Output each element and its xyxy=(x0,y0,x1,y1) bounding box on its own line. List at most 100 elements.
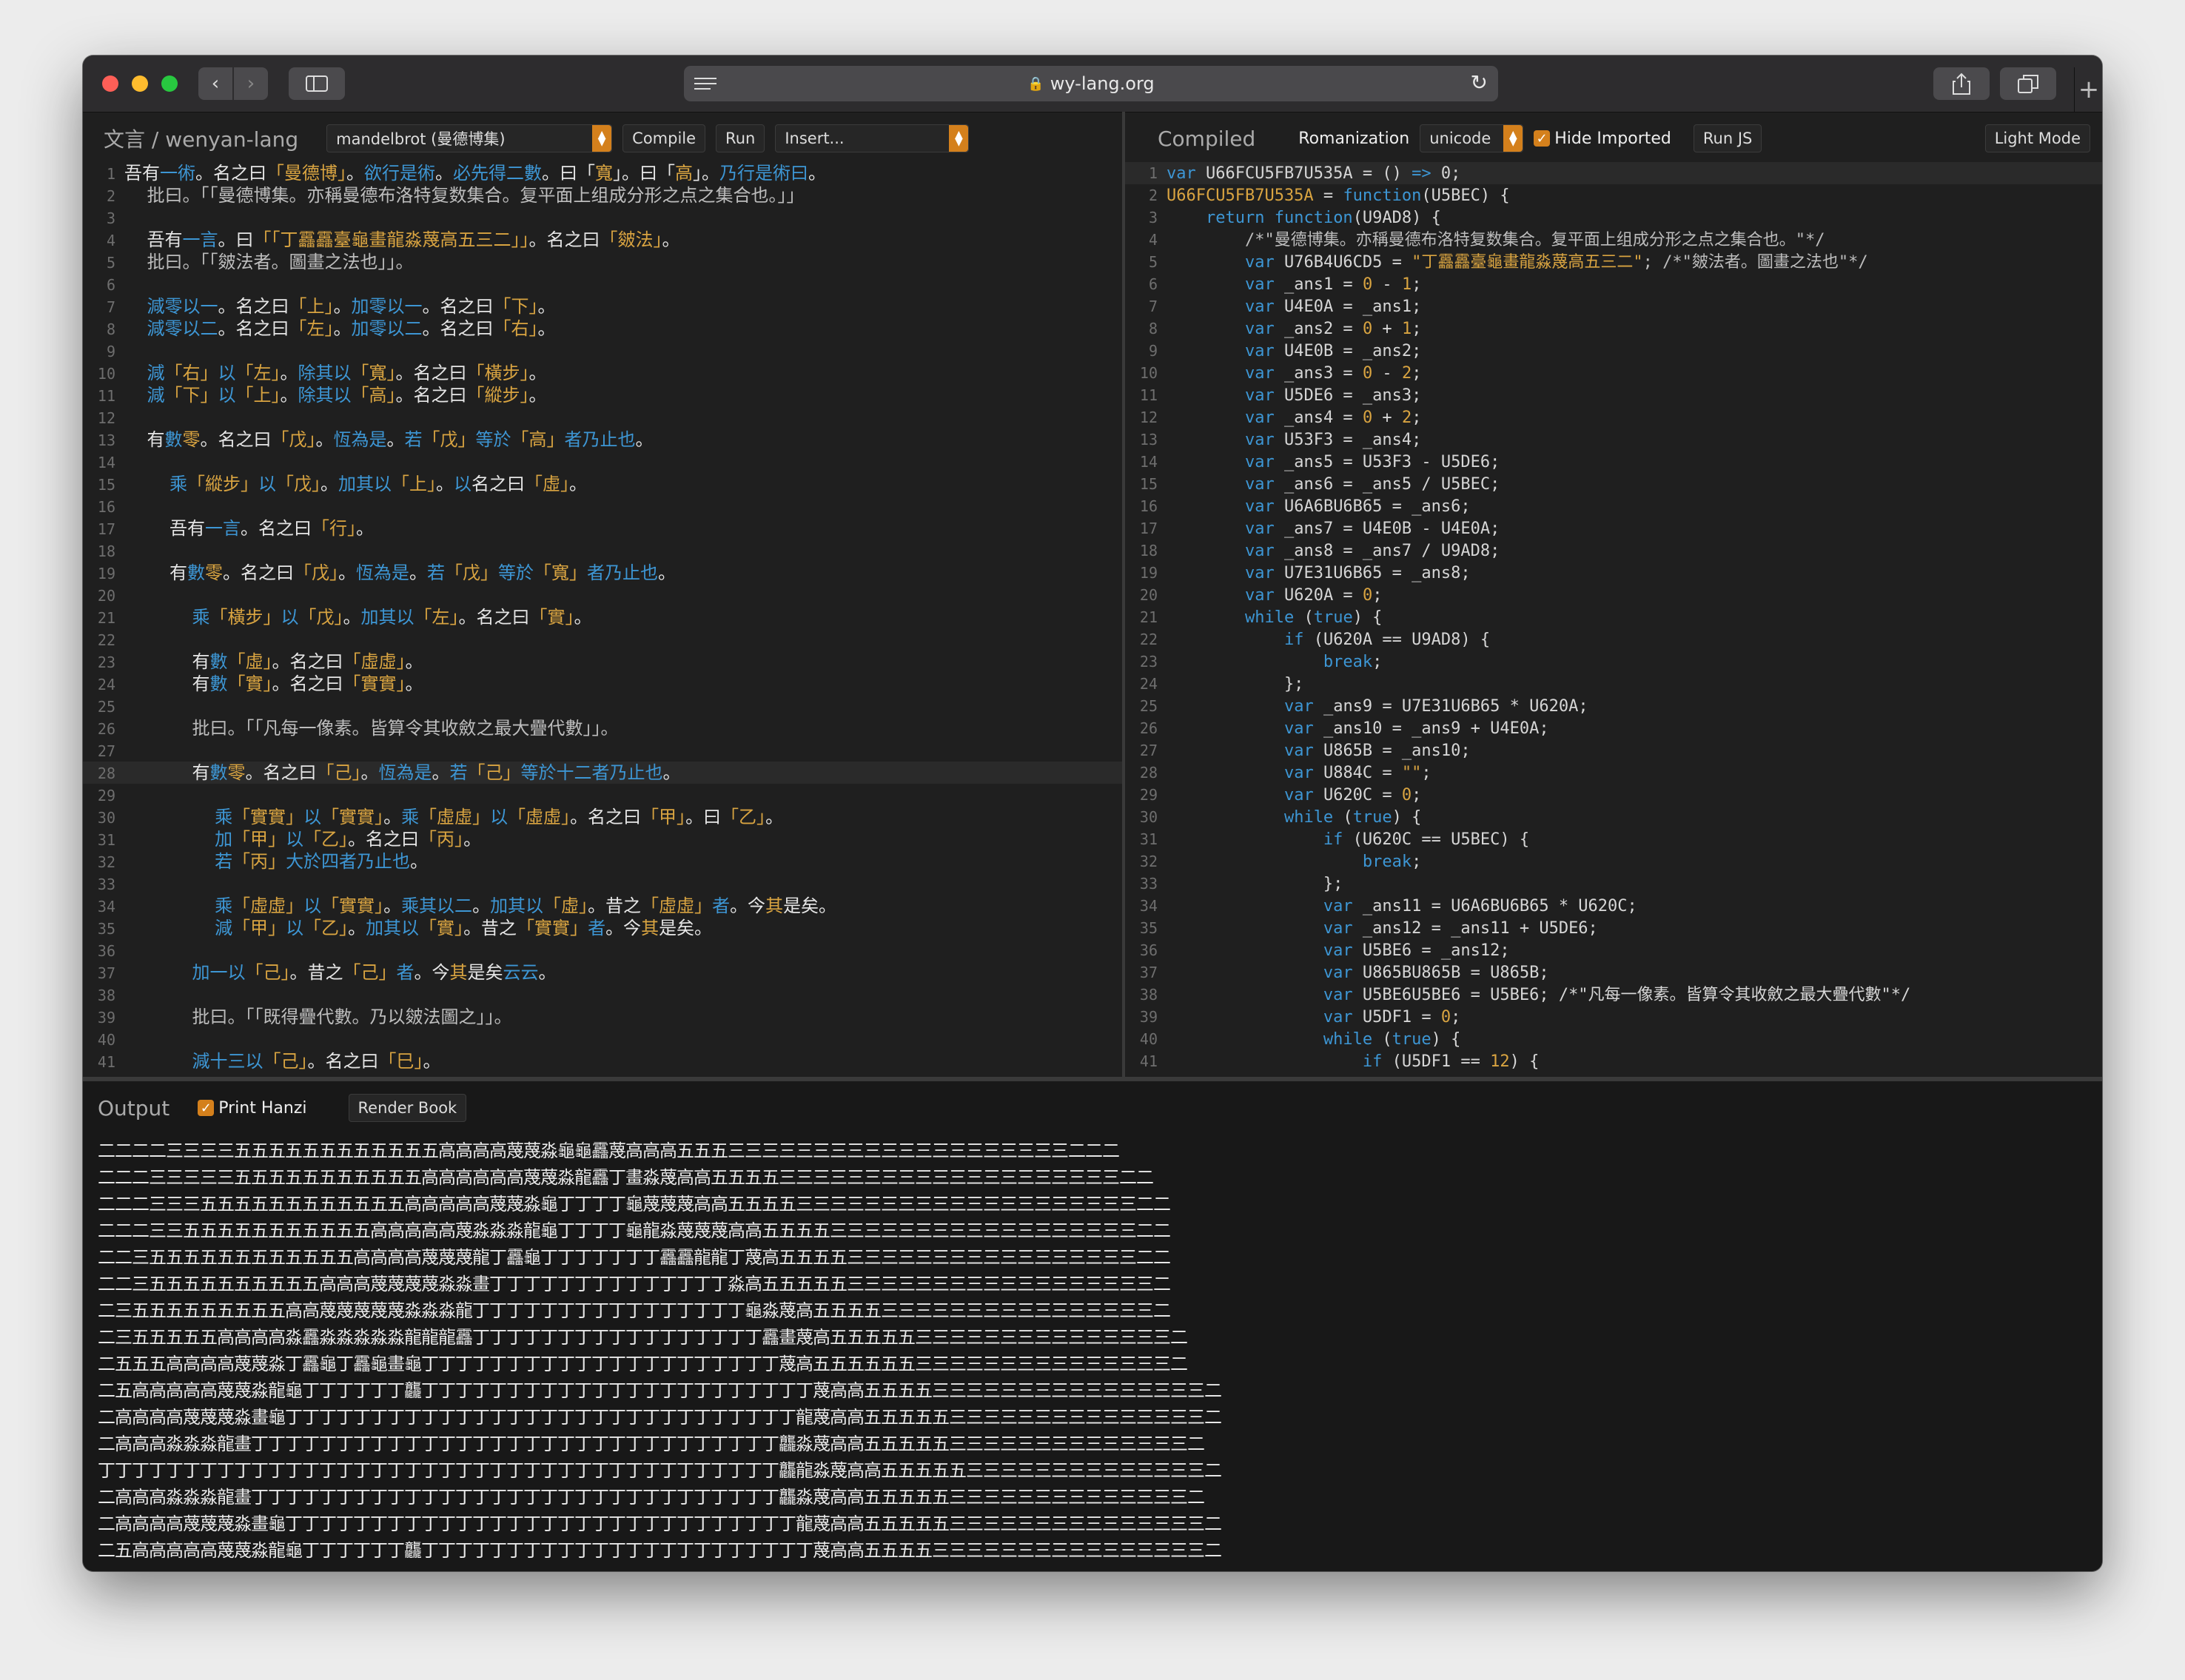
code-token: 「高」 xyxy=(511,429,565,450)
new-tab-button[interactable]: + xyxy=(2074,67,2102,112)
insert-select[interactable]: Insert... ▲ ▼ xyxy=(775,124,970,152)
source-line-text: 批曰。「「既得疊代數。乃以皴法圖之」」。 xyxy=(124,1007,512,1027)
source-line: 8 減零以二。名之曰「左」。加零以二。名之曰「右」。 xyxy=(83,317,1122,340)
plus-icon: + xyxy=(2078,75,2100,104)
render-book-button[interactable]: Render Book xyxy=(348,1094,467,1122)
code-token: var xyxy=(1244,564,1275,582)
forward-button[interactable]: › xyxy=(234,67,268,100)
code-token: 「虛」 xyxy=(543,896,588,916)
code-token: ; xyxy=(1412,364,1422,383)
output-line: 二五五五高高高高蔑蔑淼丁靐龜丁靐龜畫龜丁丁丁丁丁丁丁丁丁丁丁丁丁丁丁丁丁丁丁丁丁… xyxy=(98,1354,1188,1374)
line-number: 33 xyxy=(1139,875,1158,893)
line-number: 29 xyxy=(1139,786,1158,804)
code-token: 」。曰「 xyxy=(613,163,675,184)
source-line: 6 xyxy=(83,273,1122,295)
romanization-select[interactable]: unicode ▲ ▼ xyxy=(1420,124,1524,152)
code-token: 「虛」 xyxy=(227,651,272,672)
code-token: 「戊」 xyxy=(445,562,499,583)
source-line: 31 加「甲」以「乙」。名之曰「丙」。 xyxy=(83,828,1122,850)
compiled-js-view[interactable]: 1 var U66FCU5FB7U535A = () => 0; 2 U66FCU5F… xyxy=(1125,162,2102,1077)
run-js-button[interactable]: Run JS xyxy=(1693,124,1762,152)
code-token: var xyxy=(1323,986,1353,1004)
code-token: 「巳」 xyxy=(378,1051,423,1072)
line-number: 8 xyxy=(106,320,115,338)
code-token: 乘 xyxy=(192,607,210,628)
run-button[interactable]: Run xyxy=(716,124,765,152)
line-number: 16 xyxy=(1139,497,1158,515)
print-hanzi-checkbox[interactable]: ✓ xyxy=(198,1100,215,1116)
close-window-button[interactable] xyxy=(102,75,118,92)
code-token: 其 xyxy=(641,918,659,938)
code-token: 。 xyxy=(528,363,547,383)
address-bar[interactable]: 🔒 wy-lang.org ↻ xyxy=(684,66,1498,101)
js-line: 37 var U865BU865B = U865B; xyxy=(1125,961,2102,984)
code-token: 零 xyxy=(205,562,224,583)
line-number: 13 xyxy=(97,431,115,449)
js-line-text: var U4E0A = _ans1; xyxy=(1167,298,1421,316)
code-token: 「乙」 xyxy=(303,918,349,938)
code-token: - xyxy=(1372,364,1402,383)
js-line-text: if (U620A == U9AD8) { xyxy=(1167,631,1490,649)
example-select[interactable]: mandelbrot (曼德博集) ▲ ▼ xyxy=(326,124,613,152)
code-token: 批曰。「「既得疊代數。乃以皴法圖之」」。 xyxy=(124,1007,512,1027)
code-token: 除其以 xyxy=(298,385,352,406)
source-line-text: 吾有一術。名之曰「曼德博」。欲行是術。必先得二數。曰「寬」。曰「高」。乃行是術曰… xyxy=(124,163,826,184)
code-token: var xyxy=(1323,964,1353,982)
zoom-window-button[interactable] xyxy=(161,75,178,92)
source-line: 36 xyxy=(83,939,1122,961)
insert-select-value: Insert... xyxy=(785,130,845,147)
share-button[interactable] xyxy=(1933,67,1990,100)
line-number: 12 xyxy=(97,409,115,427)
output-line: 二五高高高高高蔑蔑淼龍龜丁丁丁丁丁丁龘丁丁丁丁丁丁丁丁丁丁丁丁丁丁丁丁丁丁丁丁丁… xyxy=(98,1540,1222,1561)
js-line: 24 }; xyxy=(1125,673,2102,695)
source-line: 28 有數零。名之曰「己」。恆為是。若「己」等於十二者乃止也。 xyxy=(83,762,1122,784)
back-button[interactable]: ‹ xyxy=(198,67,232,100)
output-text: 二二二二三三三三五五五五五五五五五五五五高高高高蔑蔑淼龜龜靐蔑高高高五五五三三三… xyxy=(98,1138,1222,1564)
code-token: 0 xyxy=(1362,320,1373,338)
line-number: 1 xyxy=(1148,164,1158,182)
tabs-overview-button[interactable] xyxy=(2000,67,2056,100)
output-toolbar: Output ✓ Print Hanzi Render Book xyxy=(98,1081,477,1135)
source-line: 25 xyxy=(83,695,1122,717)
compile-button[interactable]: Compile xyxy=(622,124,706,152)
code-token: 「寬」 xyxy=(351,363,396,383)
line-number: 36 xyxy=(1139,941,1158,959)
js-line-text: var _ans10 = _ans9 + U4E0A; xyxy=(1167,719,1549,738)
code-token: 。 xyxy=(574,607,592,628)
reader-icon[interactable] xyxy=(694,76,716,91)
line-number: 9 xyxy=(1148,342,1158,360)
code-token: 「實」 xyxy=(419,918,464,938)
select-arrows-icon: ▲ ▼ xyxy=(1503,125,1523,152)
minimize-window-button[interactable] xyxy=(132,75,148,92)
code-token: 恆為是 xyxy=(333,429,387,450)
code-token: 「左」 xyxy=(289,318,334,339)
code-token: var xyxy=(1283,719,1314,738)
code-token: U66FCU5FB7U535A xyxy=(1167,187,1314,205)
source-line: 2 批曰。「「曼德博集。亦稱曼德布洛特复数集合。复平面上组成分形之点之集合也。」… xyxy=(83,184,1122,206)
wenyan-source-editor[interactable]: 1 吾有一術。名之曰「曼德博」。欲行是術。必先得二數。曰「寬」。曰「高」。乃行是術… xyxy=(83,162,1122,1077)
light-mode-button[interactable]: Light Mode xyxy=(1984,124,2090,152)
source-line: 41 減十三以「己」。名之曰「巳」。 xyxy=(83,1050,1122,1072)
code-token: 若 xyxy=(427,562,446,583)
code-token: }; xyxy=(1167,875,1343,893)
code-token: 以 xyxy=(258,474,277,494)
hide-imported-checkbox[interactable]: ✓ xyxy=(1534,130,1551,147)
source-line-text: 若「丙」大於四者乃止也。 xyxy=(124,851,428,872)
js-line-text: return function(U9AD8) { xyxy=(1167,209,1441,227)
code-token: 。 xyxy=(765,807,784,827)
code-token: 「右」 xyxy=(493,318,538,339)
output-line: 二高高高淼淼淼龍畫丁丁丁丁丁丁丁丁丁丁丁丁丁丁丁丁丁丁丁丁丁丁丁丁丁丁丁丁丁丁丁… xyxy=(98,1487,1205,1508)
code-token: ) { xyxy=(1392,808,1422,827)
source-line: 5 批曰。「「皴法者。圖畫之法也」」。 xyxy=(83,251,1122,273)
reload-icon[interactable]: ↻ xyxy=(1471,70,1488,95)
sidebar-toggle-button[interactable] xyxy=(289,67,345,100)
output-panel: Output ✓ Print Hanzi Render Book 二二二二三三三… xyxy=(83,1081,2102,1571)
code-token: 者 xyxy=(588,918,606,938)
